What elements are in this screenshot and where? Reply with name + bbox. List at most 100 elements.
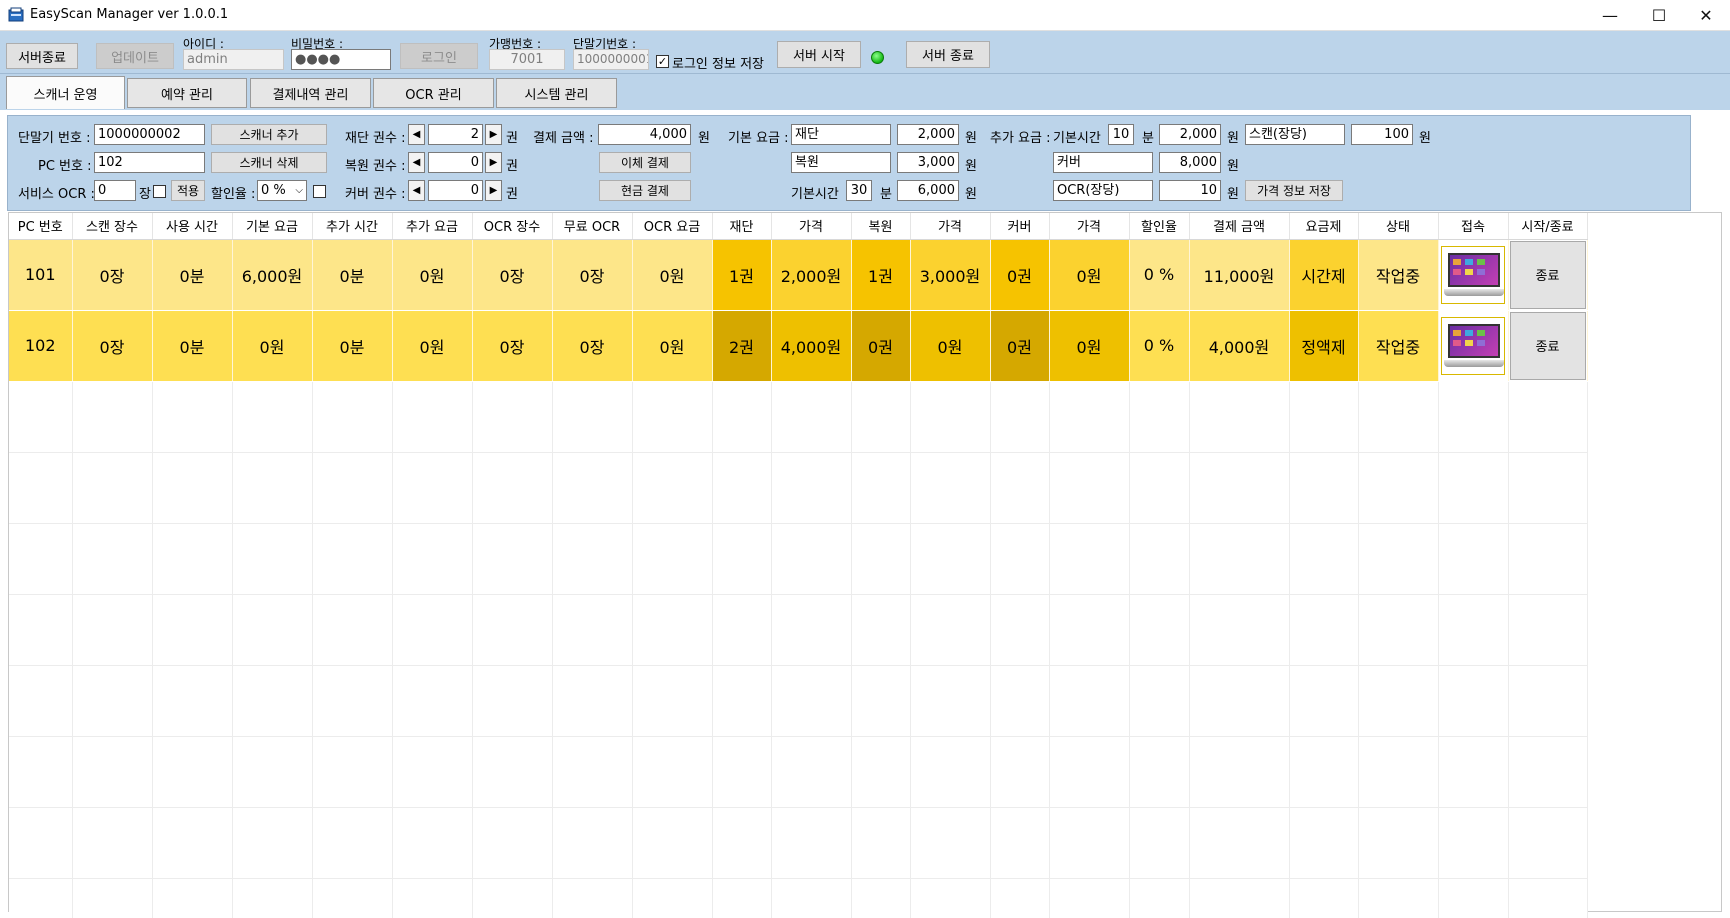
cover-name-field[interactable]: 커버 bbox=[1053, 152, 1153, 173]
copy-count-increment[interactable]: ▶ bbox=[485, 152, 502, 173]
discount-select[interactable]: 0 % ⌵ bbox=[257, 180, 307, 201]
column-header[interactable]: 스캔 장수 bbox=[72, 213, 153, 240]
save-login-checkbox[interactable]: ✓ bbox=[656, 55, 669, 68]
column-header[interactable]: 접속 bbox=[1438, 213, 1509, 240]
pc-field[interactable]: 102 bbox=[94, 152, 205, 173]
column-header[interactable]: 커버 bbox=[990, 213, 1050, 240]
empty-cell bbox=[232, 807, 313, 879]
update-button[interactable]: 업데이트 bbox=[96, 43, 174, 69]
discount-checkbox[interactable] bbox=[313, 185, 326, 198]
password-field[interactable]: ●●●● bbox=[291, 49, 391, 70]
server-stop-button[interactable]: 서버 종료 bbox=[906, 41, 990, 68]
terminal-no-field[interactable]: 1000000001 bbox=[573, 49, 649, 70]
login-bar: 서버종료 업데이트 아이디 : admin 비밀번호 : ●●●● 로그인 가맹… bbox=[0, 31, 1730, 74]
column-header[interactable]: 시작/종료 bbox=[1508, 213, 1588, 240]
empty-cell bbox=[232, 878, 313, 918]
table-cell: 6,000원 bbox=[232, 239, 313, 311]
table-header-row: PC 번호 스캔 장수 사용 시간 기본 요금 추가 시간 추가 요금 OCR 장수 무료 O… bbox=[9, 213, 1588, 240]
tab-scanner-operation[interactable]: 스캐너 운영 bbox=[6, 76, 125, 109]
table-cell: 102 bbox=[9, 310, 73, 382]
table-cell: 0장 bbox=[552, 239, 633, 311]
close-button[interactable]: ✕ bbox=[1683, 0, 1729, 31]
column-header[interactable]: OCR 요금 bbox=[632, 213, 713, 240]
tab-payment-history[interactable]: 결제내역 관리 bbox=[250, 78, 371, 108]
column-header[interactable]: 추가 시간 bbox=[312, 213, 393, 240]
column-header[interactable]: 사용 시간 bbox=[152, 213, 233, 240]
service-ocr-checkbox[interactable] bbox=[153, 185, 166, 198]
cover-price-field[interactable]: 8,000 bbox=[1159, 152, 1221, 173]
cover-count-field[interactable]: 0 bbox=[428, 180, 483, 201]
terminal-label: 단말기 번호 : bbox=[18, 131, 91, 146]
delete-scanner-button[interactable]: 스캐너 삭제 bbox=[211, 152, 327, 173]
empty-cell bbox=[152, 736, 233, 808]
column-header[interactable]: 무료 OCR bbox=[552, 213, 633, 240]
minimize-button[interactable]: — bbox=[1587, 0, 1633, 31]
table-cell: 4,000원 bbox=[1189, 310, 1290, 382]
empty-cell bbox=[1289, 736, 1359, 808]
copy-count-field[interactable]: 0 bbox=[428, 152, 483, 173]
column-header[interactable]: 가격 bbox=[1049, 213, 1130, 240]
empty-cell bbox=[990, 452, 1050, 524]
end-session-button[interactable]: 종료 bbox=[1509, 311, 1586, 380]
id-field[interactable]: admin bbox=[183, 49, 284, 70]
column-header[interactable]: 요금제 bbox=[1289, 213, 1359, 240]
cover-count-increment[interactable]: ▶ bbox=[485, 180, 502, 201]
extra-time-field[interactable]: 10 bbox=[1108, 124, 1134, 145]
base-time-price-field[interactable]: 6,000 bbox=[897, 180, 959, 201]
empty-cell bbox=[1189, 452, 1290, 524]
store-no-field[interactable]: 7001 bbox=[489, 49, 565, 70]
empty-cell bbox=[851, 665, 911, 737]
ocr-name-field[interactable]: OCR(장당) bbox=[1053, 180, 1153, 201]
tab-system[interactable]: 시스템 관리 bbox=[496, 78, 617, 108]
terminal-field[interactable]: 1000000002 bbox=[94, 124, 205, 145]
base-copy-price-field[interactable]: 3,000 bbox=[897, 152, 959, 173]
column-header[interactable]: 가격 bbox=[771, 213, 852, 240]
cut-count-field[interactable]: 2 bbox=[428, 124, 483, 145]
column-header[interactable]: 결제 금액 bbox=[1189, 213, 1290, 240]
cut-count-increment[interactable]: ▶ bbox=[485, 124, 502, 145]
server-exit-button[interactable]: 서버종료 bbox=[6, 43, 78, 69]
base-copy-name-field[interactable]: 복원 bbox=[791, 152, 891, 173]
column-header[interactable]: OCR 장수 bbox=[472, 213, 553, 240]
apply-button[interactable]: 적용 bbox=[171, 180, 205, 201]
base-cut-price-field[interactable]: 2,000 bbox=[897, 124, 959, 145]
table-cell: 0원 bbox=[632, 239, 713, 311]
add-scanner-button[interactable]: 스캐너 추가 bbox=[211, 124, 327, 145]
save-price-button[interactable]: 가격 정보 저장 bbox=[1245, 180, 1343, 201]
ocr-price-field[interactable]: 10 bbox=[1159, 180, 1221, 201]
table-row[interactable]: 102 0장 0분 0원 0분 0원 0장 0장 0원 2권 4,000원 0권 0원 0권 0원 0 % 4,… bbox=[9, 310, 1588, 382]
empty-cell bbox=[1358, 807, 1439, 879]
pay-amount-field[interactable]: 4,000 bbox=[598, 124, 691, 145]
table-row[interactable]: 101 0장 0분 6,000원 0분 0원 0장 0장 0원 1권 2,000원 1권 3,000원 0… bbox=[9, 239, 1588, 311]
empty-cell bbox=[552, 594, 633, 666]
copy-count-decrement[interactable]: ◀ bbox=[408, 152, 425, 173]
cash-pay-button[interactable]: 현금 결제 bbox=[599, 180, 691, 201]
column-header[interactable]: 상태 bbox=[1358, 213, 1439, 240]
column-header[interactable]: 추가 요금 bbox=[392, 213, 473, 240]
cut-count-decrement[interactable]: ◀ bbox=[408, 124, 425, 145]
empty-cell bbox=[771, 452, 852, 524]
column-header[interactable]: 가격 bbox=[910, 213, 991, 240]
column-header[interactable]: 할인율 bbox=[1129, 213, 1190, 240]
service-ocr-field[interactable]: 0 bbox=[94, 180, 136, 201]
login-button[interactable]: 로그인 bbox=[400, 43, 478, 69]
server-start-button[interactable]: 서버 시작 bbox=[777, 41, 861, 68]
empty-cell bbox=[910, 807, 991, 879]
cover-count-decrement[interactable]: ◀ bbox=[408, 180, 425, 201]
end-session-button[interactable]: 종료 bbox=[1509, 240, 1586, 309]
base-time-field[interactable]: 30 bbox=[846, 180, 872, 201]
empty-cell bbox=[1129, 381, 1190, 453]
column-header[interactable]: 복원 bbox=[851, 213, 911, 240]
column-header[interactable]: 재단 bbox=[712, 213, 772, 240]
extra-time-price-field[interactable]: 2,000 bbox=[1159, 124, 1221, 145]
column-header[interactable]: PC 번호 bbox=[9, 213, 73, 240]
maximize-button[interactable]: ☐ bbox=[1636, 0, 1682, 31]
tab-reservation[interactable]: 예약 관리 bbox=[127, 78, 247, 108]
scan-price-field[interactable]: 100 bbox=[1351, 124, 1413, 145]
tab-ocr[interactable]: OCR 관리 bbox=[373, 78, 494, 108]
column-header[interactable]: 기본 요금 bbox=[232, 213, 313, 240]
empty-cell bbox=[552, 523, 633, 595]
transfer-pay-button[interactable]: 이체 결제 bbox=[599, 152, 691, 173]
base-cut-name-field[interactable]: 재단 bbox=[791, 124, 891, 145]
scan-name-field[interactable]: 스캔(장당) bbox=[1245, 124, 1345, 145]
